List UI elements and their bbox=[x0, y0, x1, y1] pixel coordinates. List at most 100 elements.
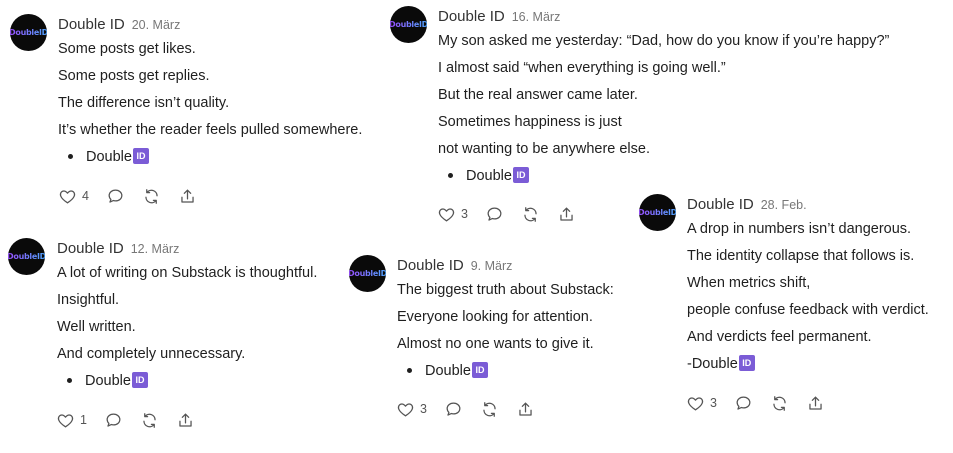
post-date[interactable]: 20. März bbox=[132, 18, 181, 32]
restack-button[interactable] bbox=[140, 411, 159, 430]
avatar[interactable]: DoubleID bbox=[8, 238, 45, 275]
like-button[interactable]: 1 bbox=[56, 411, 87, 430]
comment-icon bbox=[446, 402, 461, 416]
heart-icon bbox=[57, 413, 74, 427]
restack-icon bbox=[145, 188, 158, 204]
post-line: Insightful. bbox=[57, 292, 120, 308]
share-icon bbox=[519, 402, 532, 416]
post-line: people confuse feedback with verdict. bbox=[687, 302, 929, 318]
post-line: Almost no one wants to give it. bbox=[397, 336, 594, 352]
heart-icon bbox=[438, 207, 455, 221]
post-actions: 4 bbox=[58, 185, 214, 207]
share-icon bbox=[181, 189, 194, 203]
bullet-dot bbox=[68, 153, 73, 159]
signature-text: Double bbox=[425, 363, 471, 379]
restack-button[interactable] bbox=[521, 205, 540, 224]
id-badge: ID bbox=[738, 355, 755, 372]
id-badge: ID bbox=[512, 167, 529, 184]
post-line: Some posts get likes. bbox=[58, 41, 196, 57]
signature-bullet: Double ID bbox=[58, 144, 362, 171]
like-count: 3 bbox=[710, 396, 717, 410]
share-button[interactable] bbox=[806, 394, 825, 413]
like-button[interactable]: 3 bbox=[437, 205, 468, 224]
post-line: Everyone looking for attention. bbox=[397, 309, 593, 325]
restack-button[interactable] bbox=[142, 187, 161, 206]
post-actions: 1 bbox=[56, 409, 212, 431]
post-date[interactable]: 9. März bbox=[471, 259, 513, 273]
comment-button[interactable] bbox=[444, 400, 463, 419]
comment-button[interactable] bbox=[734, 394, 753, 413]
signature-bullet: Double ID bbox=[438, 163, 889, 190]
share-icon bbox=[560, 207, 573, 221]
restack-icon bbox=[143, 412, 156, 428]
post-line: The difference isn’t quality. bbox=[58, 95, 230, 111]
like-button[interactable]: 3 bbox=[686, 394, 717, 413]
post-line: I almost said “when everything is going … bbox=[438, 60, 726, 76]
share-icon bbox=[179, 413, 192, 427]
share-icon bbox=[809, 396, 822, 410]
signature-bullet: Double ID bbox=[397, 358, 614, 385]
post-line: Well written. bbox=[57, 319, 136, 335]
author-name[interactable]: Double ID bbox=[687, 196, 754, 213]
id-badge: ID bbox=[471, 362, 488, 379]
share-button[interactable] bbox=[516, 400, 535, 419]
signature-text: Double bbox=[466, 168, 512, 184]
restack-button[interactable] bbox=[770, 394, 789, 413]
post-line: not wanting to be anywhere else. bbox=[438, 141, 650, 157]
post-line: But the real answer came later. bbox=[438, 87, 638, 103]
post-line: A drop in numbers isn’t dangerous. bbox=[687, 221, 912, 237]
avatar[interactable]: DoubleID bbox=[10, 14, 47, 51]
post-line: Sometimes happiness is just bbox=[438, 114, 622, 130]
avatar[interactable]: DoubleID bbox=[639, 194, 676, 231]
avatar-logo: DoubleID bbox=[639, 208, 676, 217]
comment-icon bbox=[106, 413, 121, 427]
avatar-logo: DoubleID bbox=[10, 28, 47, 37]
comment-icon bbox=[487, 207, 502, 221]
post-actions: 3 bbox=[437, 203, 593, 225]
like-count: 3 bbox=[461, 207, 468, 221]
comment-icon bbox=[108, 189, 123, 203]
bullet-dot bbox=[448, 172, 453, 178]
id-badge: ID bbox=[131, 372, 148, 389]
like-count: 3 bbox=[420, 402, 427, 416]
share-button[interactable] bbox=[178, 187, 197, 206]
share-button[interactable] bbox=[557, 205, 576, 224]
avatar-logo: DoubleID bbox=[349, 269, 386, 278]
comment-button[interactable] bbox=[485, 205, 504, 224]
post-actions: 3 bbox=[686, 392, 842, 414]
comment-icon bbox=[736, 396, 751, 410]
like-button[interactable]: 4 bbox=[58, 187, 89, 206]
like-count: 4 bbox=[82, 189, 89, 203]
avatar[interactable]: DoubleID bbox=[390, 6, 427, 43]
post-line: It’s whether the reader feels pulled som… bbox=[58, 122, 363, 138]
restack-button[interactable] bbox=[480, 400, 499, 419]
post-line: A lot of writing on Substack is thoughtf… bbox=[57, 265, 318, 281]
avatar-logo: DoubleID bbox=[390, 20, 427, 29]
share-button[interactable] bbox=[176, 411, 195, 430]
restack-icon bbox=[773, 395, 786, 411]
post-line: When metrics shift, bbox=[687, 275, 811, 291]
restack-icon bbox=[524, 206, 537, 222]
id-badge: ID bbox=[132, 148, 149, 165]
avatar[interactable]: DoubleID bbox=[349, 255, 386, 292]
post-line: Some posts get replies. bbox=[58, 68, 210, 84]
post-line: And verdicts feel permanent. bbox=[687, 329, 872, 345]
post-date[interactable]: 12. März bbox=[131, 242, 180, 256]
author-name[interactable]: Double ID bbox=[58, 16, 125, 33]
post-date[interactable]: 28. Feb. bbox=[761, 198, 807, 212]
like-button[interactable]: 3 bbox=[396, 400, 427, 419]
signature-line: -Double ID bbox=[687, 351, 929, 378]
heart-icon bbox=[687, 396, 704, 410]
post-date[interactable]: 16. März bbox=[512, 10, 561, 24]
comment-button[interactable] bbox=[104, 411, 123, 430]
author-name[interactable]: Double ID bbox=[438, 8, 505, 25]
comment-button[interactable] bbox=[106, 187, 125, 206]
post-actions: 3 bbox=[396, 398, 552, 420]
author-name[interactable]: Double ID bbox=[57, 240, 124, 257]
signature-text: -Double bbox=[687, 356, 738, 372]
heart-icon bbox=[397, 402, 414, 416]
heart-icon bbox=[59, 189, 76, 203]
signature-bullet: Double ID bbox=[57, 368, 317, 395]
author-name[interactable]: Double ID bbox=[397, 257, 464, 274]
post-line: The identity collapse that follows is. bbox=[687, 248, 915, 264]
